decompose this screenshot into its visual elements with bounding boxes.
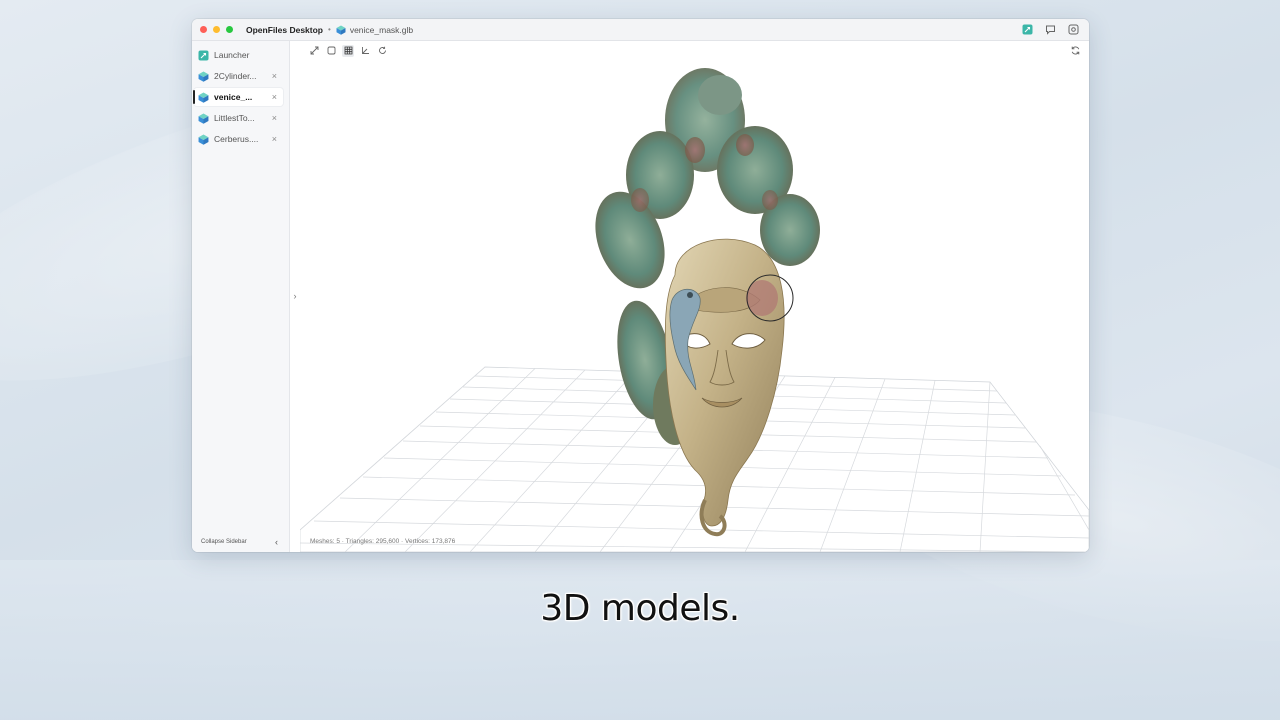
expand-button[interactable] <box>308 45 320 57</box>
cube-icon <box>198 92 209 103</box>
launcher-icon <box>198 50 209 60</box>
maximize-window-button[interactable] <box>226 26 233 33</box>
grid-icon <box>344 46 352 55</box>
grid-toggle-button[interactable] <box>342 44 354 57</box>
rotate-icon <box>378 46 386 54</box>
sidebar-item-label: venice_... <box>214 92 253 102</box>
refresh-icon[interactable] <box>1070 45 1081 56</box>
sidebar-item-cerberus[interactable]: Cerberus.... × <box>194 130 283 148</box>
box-icon <box>327 46 335 55</box>
sidebar-item-label: Launcher <box>214 50 250 60</box>
close-tab-button[interactable]: × <box>272 113 277 123</box>
sidebar-item-label: Cerberus.... <box>214 134 259 144</box>
model-viewer[interactable]: Meshes: 5 · Triangles: 295,600 · Vertice… <box>300 41 1089 552</box>
title-separator: • <box>328 25 331 34</box>
collapse-sidebar-button[interactable]: Collapse Sidebar ‹ <box>192 532 290 552</box>
chevron-left-icon: ‹ <box>275 537 278 547</box>
open-file-name: venice_mask.glb <box>349 24 414 35</box>
close-window-button[interactable] <box>200 26 207 33</box>
auto-rotate-button[interactable] <box>376 45 388 57</box>
close-tab-button[interactable]: × <box>272 71 277 81</box>
cube-icon <box>198 134 209 145</box>
video-caption: 3D models. <box>540 588 740 629</box>
sidebar-item-2cylinder[interactable]: 2Cylinder... × <box>194 67 283 85</box>
sidebar-item-venice[interactable]: venice_... × <box>193 88 283 106</box>
settings-icon[interactable] <box>1068 24 1079 35</box>
close-tab-button[interactable]: × <box>272 92 277 102</box>
axes-button[interactable] <box>359 45 371 57</box>
model-stats: Meshes: 5 · Triangles: 295,600 · Vertice… <box>310 538 456 545</box>
launcher-icon[interactable] <box>1022 24 1033 35</box>
collapse-sidebar-label: Collapse Sidebar <box>201 539 247 545</box>
window-controls <box>200 26 233 33</box>
close-tab-button[interactable]: × <box>272 134 277 144</box>
app-window: OpenFiles Desktop • venice_mask.glb Laun… <box>192 19 1089 552</box>
chat-icon[interactable] <box>1045 24 1056 35</box>
cube-icon <box>198 113 209 124</box>
minimize-window-button[interactable] <box>213 26 220 33</box>
sidebar-item-launcher[interactable]: Launcher <box>194 46 283 64</box>
viewer-toolbar <box>300 41 1089 60</box>
sidebar-item-label: 2Cylinder... <box>214 71 257 81</box>
background-band <box>0 560 1280 720</box>
sidebar-item-littlesttokyo[interactable]: LittlestTo... × <box>194 109 283 127</box>
sidebar: Launcher 2Cylinder... × venice_... × Lit… <box>192 41 290 552</box>
title-bar: OpenFiles Desktop • venice_mask.glb <box>192 19 1089 41</box>
panel-toggle-chevron-right-icon[interactable]: › <box>290 289 300 303</box>
expand-icon <box>310 46 318 55</box>
app-title: OpenFiles Desktop <box>246 24 323 35</box>
cube-icon <box>336 25 346 35</box>
axes-icon <box>361 47 369 54</box>
sidebar-item-label: LittlestTo... <box>214 113 255 123</box>
cube-icon <box>198 71 209 82</box>
bounding-box-button[interactable] <box>325 45 337 57</box>
title-actions <box>1022 24 1079 35</box>
model-canvas[interactable] <box>300 60 1089 552</box>
